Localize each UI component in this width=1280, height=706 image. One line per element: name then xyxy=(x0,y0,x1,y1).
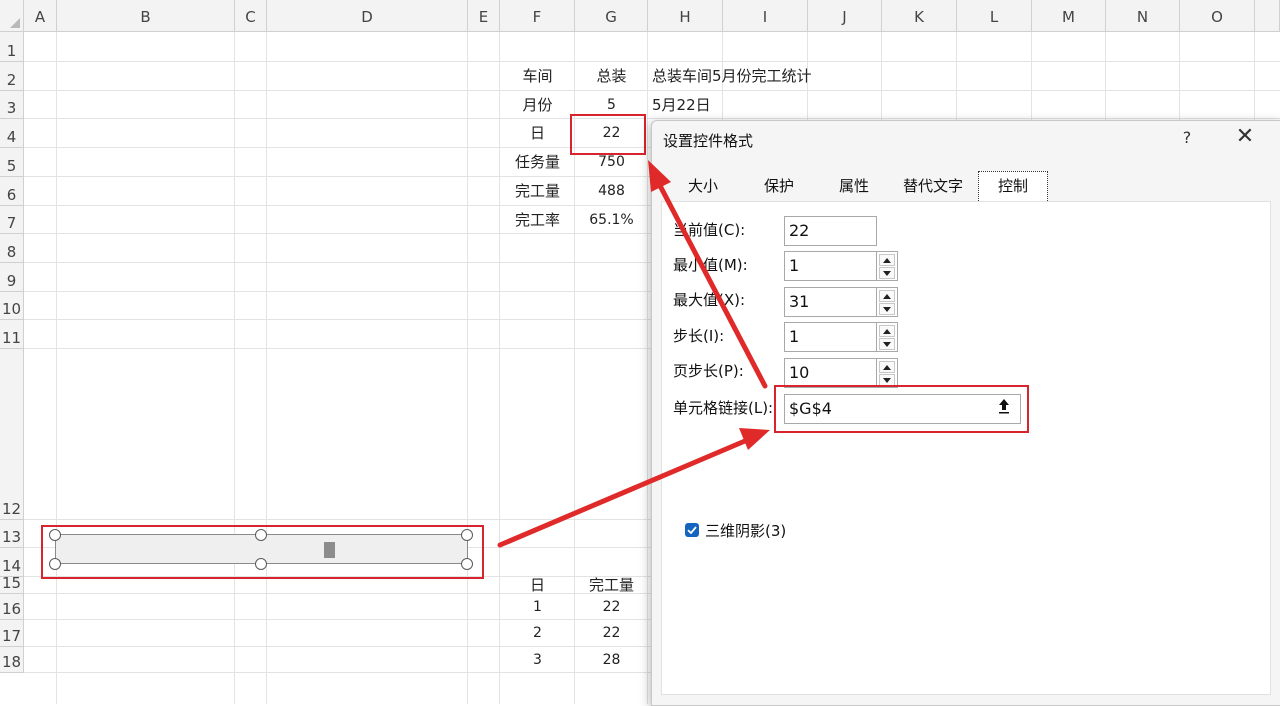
close-button[interactable]: ✕ xyxy=(1232,124,1258,149)
row-header-4[interactable]: 4 xyxy=(0,119,24,148)
row-header-8[interactable]: 8 xyxy=(0,234,24,263)
max-value-spinner[interactable] xyxy=(876,287,898,317)
resize-handle-tm[interactable] xyxy=(255,529,267,541)
cell-f2[interactable]: 车间 xyxy=(500,62,575,91)
row-header-11[interactable]: 11 xyxy=(0,320,24,349)
step-label: 步长(I): xyxy=(673,327,725,345)
row-header-1[interactable]: 1 xyxy=(0,32,24,62)
column-header-h[interactable]: H xyxy=(648,0,723,32)
scrollbar-thumb[interactable] xyxy=(324,542,335,558)
row-header-12[interactable]: 12 xyxy=(0,349,24,520)
cell-h3[interactable]: 5月22日 xyxy=(652,91,711,119)
page-step-label: 页步长(P): xyxy=(673,362,744,380)
min-value-label: 最小值(M): xyxy=(673,256,748,274)
cell-g16[interactable]: 22 xyxy=(575,594,648,620)
column-header-b[interactable]: B xyxy=(57,0,235,32)
cell-h2[interactable]: 总装车间5月份完工统计 xyxy=(652,62,812,91)
row-header-10[interactable]: 10 xyxy=(0,292,24,320)
row-header-14[interactable]: 14 xyxy=(0,548,24,577)
cell-f7[interactable]: 完工率 xyxy=(500,206,575,234)
cell-f15[interactable]: 日 xyxy=(500,577,575,594)
cell-g6[interactable]: 488 xyxy=(575,177,648,206)
max-value-label: 最大值(X): xyxy=(673,291,746,309)
column-header-filler xyxy=(1255,0,1280,32)
grid-col-line xyxy=(234,32,235,704)
cell-g7[interactable]: 65.1% xyxy=(575,206,648,234)
column-header-j[interactable]: J xyxy=(808,0,882,32)
step-spinner[interactable] xyxy=(876,322,898,352)
step-input[interactable]: 1 xyxy=(784,322,877,352)
column-header-o[interactable]: O xyxy=(1180,0,1255,32)
grid-col-line xyxy=(56,32,57,704)
cell-f6[interactable]: 完工量 xyxy=(500,177,575,206)
cell-f4[interactable]: 日 xyxy=(500,119,575,148)
column-header-m[interactable]: M xyxy=(1032,0,1106,32)
resize-handle-tr[interactable] xyxy=(461,529,473,541)
control-panel: 当前值(C): 22 最小值(M): 1 最大值(X): 31 步长(I): 1… xyxy=(661,201,1271,695)
highlight-cell-link xyxy=(774,385,1029,433)
tab-alt-text[interactable]: 替代文字 xyxy=(897,171,969,201)
grid-col-line xyxy=(266,32,267,704)
column-header-d[interactable]: D xyxy=(267,0,468,32)
help-button[interactable]: ? xyxy=(1177,128,1197,147)
row-header-7[interactable]: 7 xyxy=(0,206,24,234)
tab-protection[interactable]: 保护 xyxy=(749,171,809,201)
column-header-a[interactable]: A xyxy=(24,0,57,32)
column-header-k[interactable]: K xyxy=(882,0,957,32)
cell-f3[interactable]: 月份 xyxy=(500,91,575,119)
row-header-15[interactable]: 15 xyxy=(0,574,24,594)
dialog-title: 设置控件格式 xyxy=(663,132,754,150)
shading-label: 三维阴影(3) xyxy=(705,522,787,540)
row-header-9[interactable]: 9 xyxy=(0,263,24,292)
tab-control[interactable]: 控制 xyxy=(978,171,1048,201)
min-value-input[interactable]: 1 xyxy=(784,251,877,281)
row-header-2[interactable]: 2 xyxy=(0,62,24,91)
resize-handle-tl[interactable] xyxy=(49,529,61,541)
resize-handle-br[interactable] xyxy=(461,558,473,570)
cell-f16[interactable]: 1 xyxy=(500,594,575,620)
tab-properties[interactable]: 属性 xyxy=(824,171,884,201)
cell-g18[interactable]: 28 xyxy=(575,647,648,673)
format-control-dialog: 设置控件格式 ? ✕ 大小 保护 属性 替代文字 控制 当前值(C): 22 最… xyxy=(651,120,1280,706)
cell-f5[interactable]: 任务量 xyxy=(500,148,575,177)
row-header-5[interactable]: 5 xyxy=(0,148,24,177)
row-header-13[interactable]: 13 xyxy=(0,520,24,548)
cell-link-label: 单元格链接(L): xyxy=(673,399,774,417)
column-header-l[interactable]: L xyxy=(957,0,1032,32)
highlight-cell-g4 xyxy=(570,114,646,155)
cell-f18[interactable]: 3 xyxy=(500,647,575,673)
tab-size[interactable]: 大小 xyxy=(673,171,733,201)
select-all-corner[interactable] xyxy=(0,0,24,32)
row-header-3[interactable]: 3 xyxy=(0,91,24,119)
cell-g2[interactable]: 总装 xyxy=(575,62,648,91)
page-step-spinner[interactable] xyxy=(876,358,898,388)
resize-handle-bm[interactable] xyxy=(255,558,267,570)
row-header-6[interactable]: 6 xyxy=(0,177,24,206)
max-value-input[interactable]: 31 xyxy=(784,287,877,317)
column-header-n[interactable]: N xyxy=(1106,0,1180,32)
resize-handle-bl[interactable] xyxy=(49,558,61,570)
current-value-label: 当前值(C): xyxy=(673,221,746,239)
cell-g17[interactable]: 22 xyxy=(575,620,648,647)
min-value-spinner[interactable] xyxy=(876,251,898,281)
current-value-input[interactable]: 22 xyxy=(784,216,877,246)
cell-f17[interactable]: 2 xyxy=(500,620,575,647)
column-header-f[interactable]: F xyxy=(500,0,575,32)
column-header-c[interactable]: C xyxy=(235,0,267,32)
grid-col-line xyxy=(467,32,468,704)
row-header-16[interactable]: 16 xyxy=(0,594,24,620)
cell-g15[interactable]: 完工量 xyxy=(575,577,648,594)
page-step-input[interactable]: 10 xyxy=(784,358,877,388)
shading-checkbox[interactable] xyxy=(685,523,699,537)
row-header-18[interactable]: 18 xyxy=(0,647,24,673)
column-header-g[interactable]: G xyxy=(575,0,648,32)
row-header-17[interactable]: 17 xyxy=(0,620,24,647)
column-header-i[interactable]: I xyxy=(723,0,808,32)
column-header-e[interactable]: E xyxy=(468,0,500,32)
